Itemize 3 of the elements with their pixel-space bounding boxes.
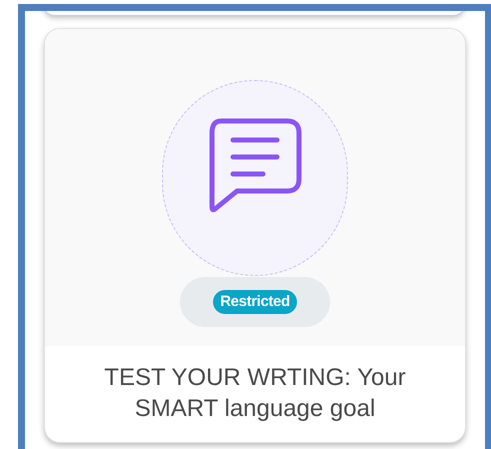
restricted-badge: Restricted <box>213 290 297 314</box>
course-card[interactable]: Restricted TEST YOUR WRTING: Your SMART language goal <box>44 28 466 443</box>
card-title: TEST YOUR WRTING: Your SMART language goal <box>103 363 407 424</box>
